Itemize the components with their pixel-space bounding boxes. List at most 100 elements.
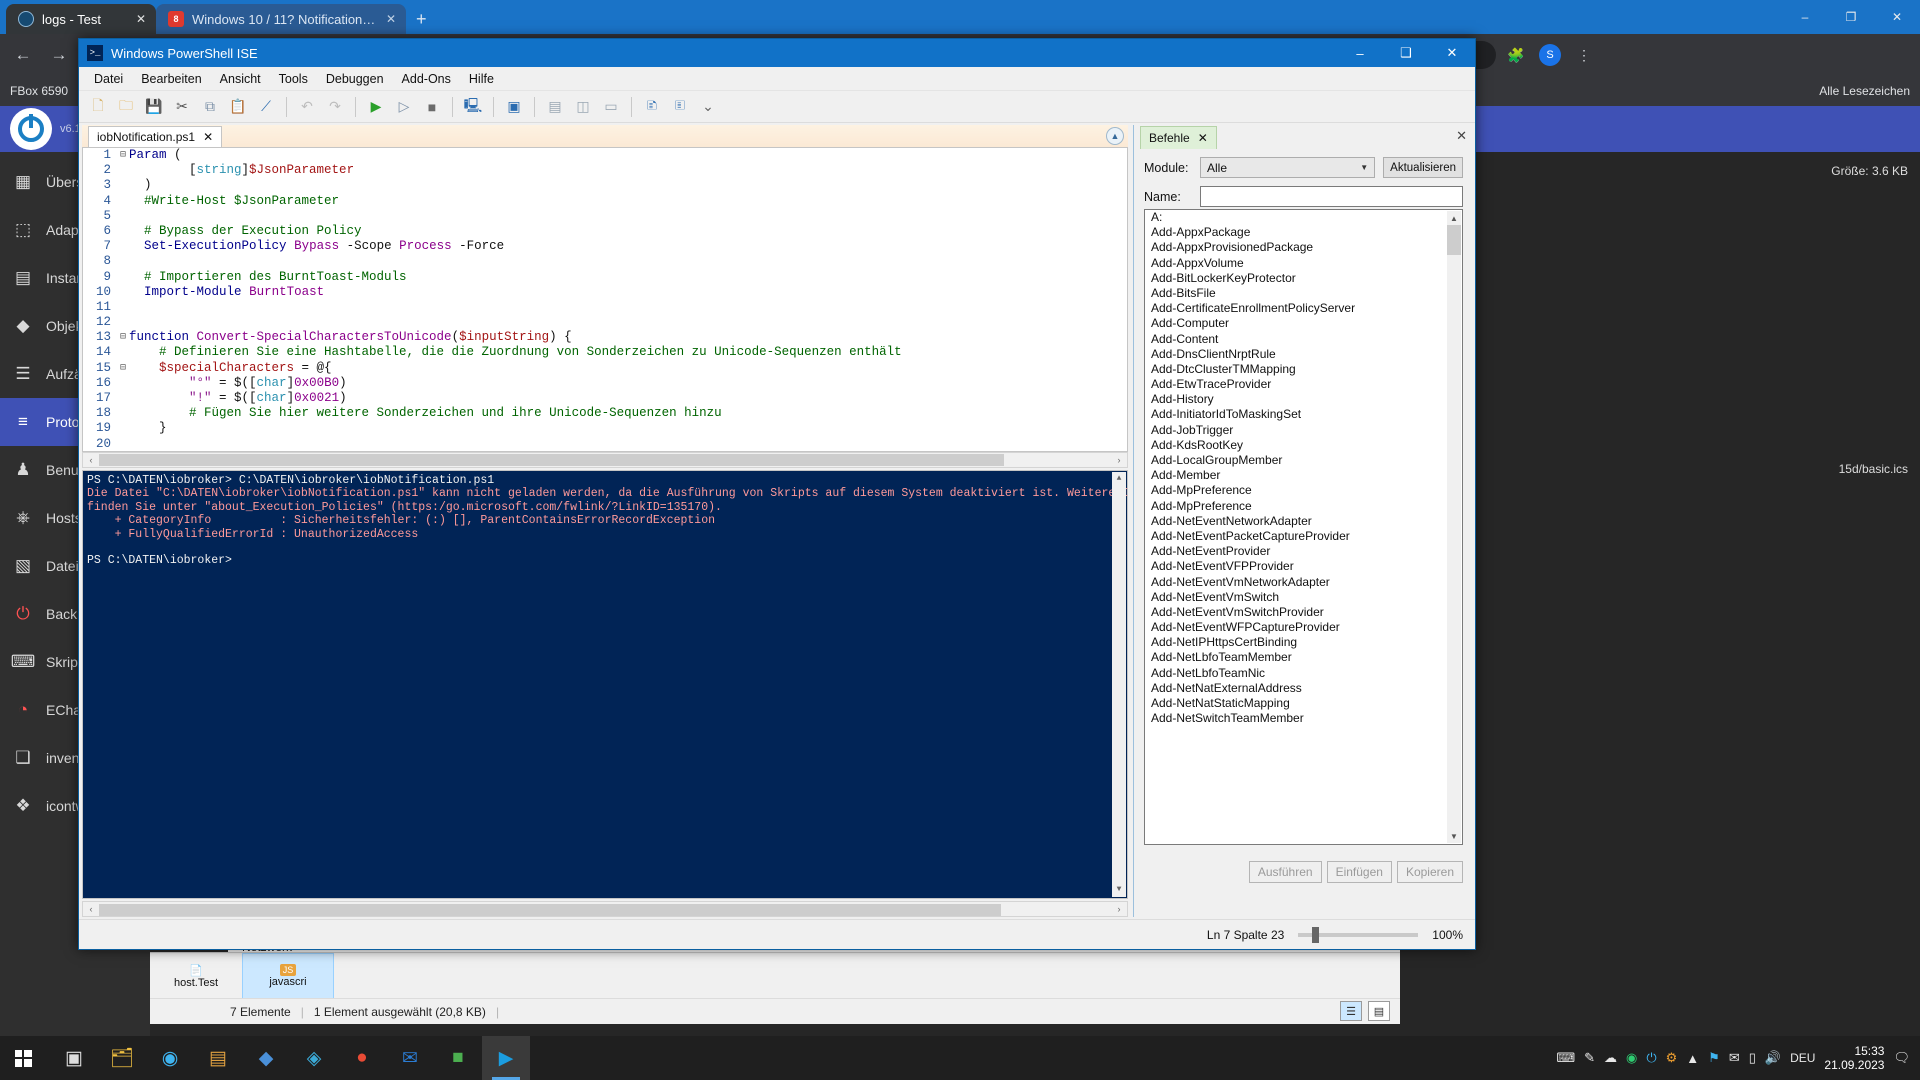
show-script-pane-icon[interactable]: 🗈 — [639, 94, 665, 120]
command-list-item[interactable]: Add-AppxProvisionedPackage — [1145, 240, 1462, 255]
command-list-item[interactable]: Add-AppxPackage — [1145, 225, 1462, 240]
clock[interactable]: 15:33 21.09.2023 — [1824, 1044, 1884, 1072]
fold-toggle-icon[interactable] — [117, 300, 129, 315]
copy-icon[interactable]: ⧉ — [197, 94, 223, 120]
chevron-up-icon[interactable]: ▲ — [1106, 127, 1124, 145]
command-list-item[interactable]: Add-Computer — [1145, 316, 1462, 331]
fold-toggle-icon[interactable] — [117, 406, 129, 421]
fold-toggle-icon[interactable] — [117, 421, 129, 436]
cut-icon[interactable]: ✂ — [169, 94, 195, 120]
battery-icon[interactable]: ▯ — [1749, 1050, 1756, 1066]
pen-icon[interactable]: ✎ — [1584, 1050, 1595, 1066]
zoom-slider[interactable] — [1298, 926, 1419, 943]
command-list-item[interactable]: Add-LocalGroupMember — [1145, 453, 1462, 468]
scroll-thumb[interactable] — [99, 904, 1001, 916]
all-bookmarks-button[interactable]: Alle Lesezeichen — [1819, 84, 1910, 98]
file-explorer-icon[interactable]: 🗂 — [98, 1036, 146, 1080]
forward-icon[interactable]: → — [44, 40, 74, 70]
menu-debuggen[interactable]: Debuggen — [317, 69, 393, 89]
editor-tab-iobnotification[interactable]: iobNotification.ps1 ✕ — [88, 126, 223, 147]
keyboard-icon[interactable]: ⌨ — [1556, 1050, 1575, 1066]
browser-menu-icon[interactable]: ⋮ — [1570, 41, 1598, 69]
blue-app-icon[interactable]: ◆ — [242, 1036, 290, 1080]
open-folder-icon[interactable]: 🗀 — [113, 94, 139, 120]
script-editor[interactable]: 1 ⊟ Param (2 [string]$JsonParameter 3 ) 4 #W… — [82, 147, 1128, 452]
fold-toggle-icon[interactable]: ⊟ — [117, 330, 129, 345]
chevron-down-icon[interactable]: ▼ — [1360, 163, 1368, 172]
show-console-icon[interactable]: ▣ — [501, 94, 527, 120]
scroll-thumb[interactable] — [99, 454, 1004, 466]
commands-list[interactable]: A: Add-AppxPackage Add-AppxProvisionedPack… — [1144, 209, 1463, 845]
volume-icon[interactable]: 🔊 — [1765, 1050, 1781, 1066]
edge-icon[interactable]: ◉ — [146, 1036, 194, 1080]
browser-maximize-button[interactable]: ❐ — [1828, 0, 1874, 34]
tab-befehle[interactable]: Befehle ✕ — [1140, 126, 1217, 149]
command-list-item[interactable]: Add-Content — [1145, 332, 1462, 347]
menu-tools[interactable]: Tools — [270, 69, 317, 89]
ise-title-bar[interactable]: >_ Windows PowerShell ISE – ❑ ✕ — [79, 39, 1475, 67]
power-icon[interactable]: ⏻ — [1646, 1050, 1656, 1066]
language-indicator[interactable]: DEU — [1790, 1051, 1815, 1065]
fold-toggle-icon[interactable] — [117, 345, 129, 360]
new-tab-button[interactable]: + — [406, 9, 437, 34]
command-list-item[interactable]: Add-NetSwitchTeamMember — [1145, 711, 1462, 726]
close-pane-icon[interactable]: ✕ — [1456, 128, 1467, 144]
profile-avatar[interactable]: S — [1536, 41, 1564, 69]
bookmark-fbox[interactable]: FBox 6590 — [10, 84, 68, 98]
scroll-up-icon[interactable]: ▲ — [1112, 472, 1126, 486]
scroll-left-icon[interactable]: ‹ — [83, 904, 99, 914]
name-input[interactable] — [1200, 186, 1463, 207]
close-editor-tab-icon[interactable]: ✕ — [203, 130, 213, 144]
browser-close-button[interactable]: ✕ — [1874, 0, 1920, 34]
command-list-item[interactable]: Add-NetLbfoTeamMember — [1145, 650, 1462, 665]
mail-icon[interactable]: ✉ — [1729, 1050, 1740, 1066]
explorer-item-javascript[interactable]: JS javascri — [242, 953, 334, 999]
green-app-icon[interactable]: ■ — [434, 1036, 482, 1080]
command-list-item[interactable]: Add-BitsFile — [1145, 286, 1462, 301]
command-list-item[interactable]: Add-NetNatExternalAddress — [1145, 681, 1462, 696]
fold-toggle-icon[interactable] — [117, 224, 129, 239]
powershell-ise-taskbar-icon[interactable]: ▶ — [482, 1036, 530, 1080]
command-list-item[interactable]: Add-NetLbfoTeamNic — [1145, 666, 1462, 681]
scroll-down-icon[interactable]: ▼ — [1447, 829, 1461, 843]
command-list-item[interactable]: Add-MpPreference — [1145, 499, 1462, 514]
command-list-item[interactable]: Add-NetNatStaticMapping — [1145, 696, 1462, 711]
fold-toggle-icon[interactable] — [117, 209, 129, 224]
fold-toggle-icon[interactable] — [117, 194, 129, 209]
outlook-icon[interactable]: ✉ — [386, 1036, 434, 1080]
show-command-pane-icon[interactable]: 🗉 — [667, 94, 693, 120]
details-view-icon[interactable]: ☰ — [1340, 1001, 1362, 1021]
command-list-item[interactable]: Add-NetEventProvider — [1145, 544, 1462, 559]
fold-toggle-icon[interactable]: ⊟ — [117, 361, 129, 376]
menu-ansicht[interactable]: Ansicht — [211, 69, 270, 89]
scroll-left-icon[interactable]: ‹ — [83, 455, 99, 465]
refresh-button[interactable]: Aktualisieren — [1383, 157, 1463, 178]
menu-datei[interactable]: Datei — [85, 69, 132, 89]
layout-side-icon[interactable]: ◫ — [570, 94, 596, 120]
command-list-item[interactable]: Add-NetEventWFPCaptureProvider — [1145, 620, 1462, 635]
copy-command-button[interactable]: Kopieren — [1396, 861, 1463, 883]
app-icon[interactable]: ▤ — [194, 1036, 242, 1080]
fold-toggle-icon[interactable] — [117, 254, 129, 269]
flag-icon[interactable]: ⚑ — [1708, 1050, 1720, 1066]
save-icon[interactable]: 💾 — [141, 94, 167, 120]
command-list-item[interactable]: Add-NetIPHttpsCertBinding — [1145, 635, 1462, 650]
command-list-item[interactable]: Add-MpPreference — [1145, 483, 1462, 498]
scroll-thumb[interactable] — [1447, 225, 1461, 255]
close-tab-icon[interactable]: ✕ — [386, 12, 396, 26]
browser-tab-notifications[interactable]: 8 Windows 10 / 11? Notifications a ✕ — [156, 4, 406, 34]
list-view-icon[interactable]: ▤ — [1368, 1001, 1390, 1021]
command-list-item[interactable]: Add-History — [1145, 392, 1462, 407]
command-list-item[interactable]: Add-Member — [1145, 468, 1462, 483]
ise-maximize-button[interactable]: ❑ — [1383, 39, 1429, 67]
insert-command-button[interactable]: Einfügen — [1326, 861, 1392, 883]
notification-icon[interactable]: 🗨 — [1893, 1050, 1910, 1066]
extensions-icon[interactable]: 🧩 — [1502, 41, 1530, 69]
task-view-icon[interactable]: ▣ — [50, 1036, 98, 1080]
command-list-item[interactable]: Add-NetEventVFPProvider — [1145, 559, 1462, 574]
command-list-item[interactable]: Add-NetEventPacketCaptureProvider — [1145, 529, 1462, 544]
explorer-item-host-test[interactable]: 📄 host.Test — [150, 953, 242, 999]
module-select[interactable]: Alle ▼ — [1200, 157, 1376, 178]
fold-toggle-icon[interactable] — [117, 163, 129, 178]
command-list-item[interactable]: Add-EtwTraceProvider — [1145, 377, 1462, 392]
